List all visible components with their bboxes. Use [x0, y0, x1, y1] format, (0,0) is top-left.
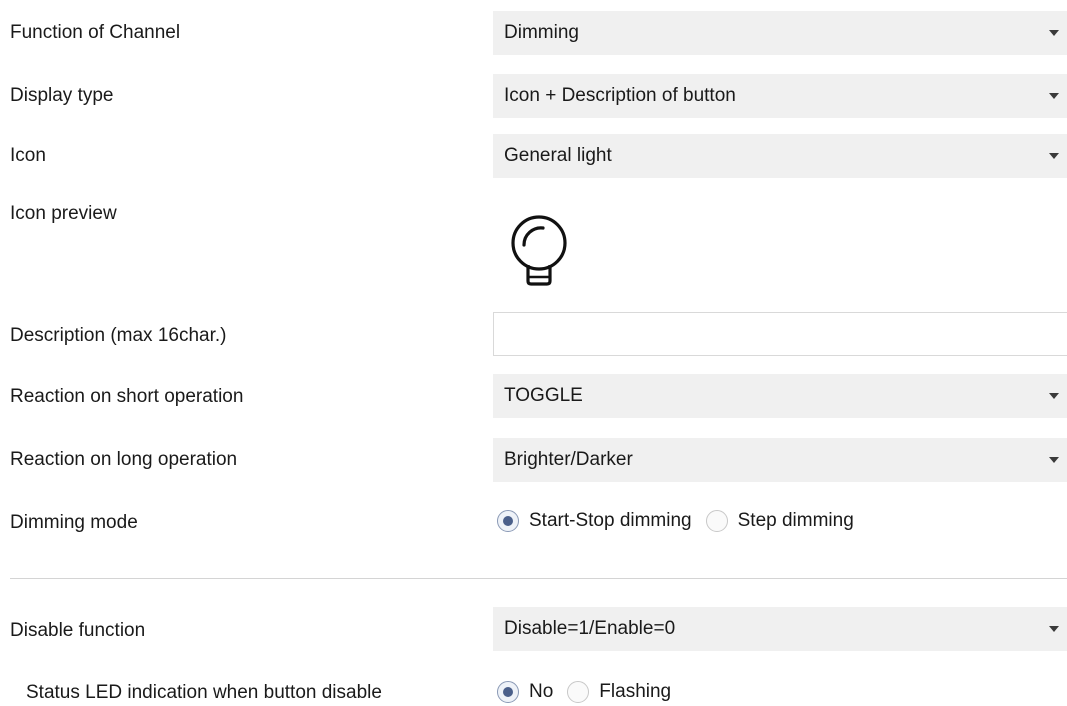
description-label: Description (max 16char.) [10, 325, 227, 346]
dimming-mode-label: Dimming mode [10, 512, 138, 533]
reaction-short-select[interactable]: TOGGLE [493, 374, 1067, 418]
dimming-mode-step-label: Step dimming [737, 510, 854, 531]
dropdown-arrow-icon [1049, 153, 1059, 159]
dropdown-arrow-icon [1049, 30, 1059, 36]
status-led-no-label: No [529, 681, 554, 702]
radio-selected-icon [497, 510, 519, 532]
status-led-label: Status LED indication when button disabl… [26, 682, 382, 703]
icon-preview-label: Icon preview [10, 203, 117, 224]
dimming-mode-start-stop-label: Start-Stop dimming [529, 510, 692, 531]
display-type-label: Display type [10, 85, 114, 106]
status-led-flashing-label: Flashing [599, 681, 672, 702]
radio-selected-icon [497, 681, 519, 703]
radio-unselected-icon [567, 681, 590, 703]
icon-label: Icon [10, 145, 46, 166]
dimming-mode-radio-group: Start-Stop dimming Step dimming [497, 510, 868, 532]
dimming-mode-start-stop-radio[interactable]: Start-Stop dimming [497, 510, 692, 532]
dropdown-arrow-icon [1049, 393, 1059, 399]
radio-unselected-icon [705, 510, 728, 532]
function-of-channel-value: Dimming [504, 22, 579, 43]
display-type-select[interactable]: Icon + Description of button [493, 74, 1067, 118]
light-bulb-icon [511, 215, 567, 286]
function-of-channel-select[interactable]: Dimming [493, 11, 1067, 55]
reaction-long-value: Brighter/Darker [504, 449, 633, 470]
status-led-flashing-radio[interactable]: Flashing [567, 681, 671, 703]
status-led-radio-group: No Flashing [497, 681, 685, 703]
disable-function-select[interactable]: Disable=1/Enable=0 [493, 607, 1067, 651]
display-type-value: Icon + Description of button [504, 85, 736, 106]
section-divider [10, 578, 1067, 579]
function-of-channel-label: Function of Channel [10, 22, 181, 43]
disable-function-label: Disable function [10, 620, 146, 641]
reaction-long-select[interactable]: Brighter/Darker [493, 438, 1067, 482]
disable-function-value: Disable=1/Enable=0 [504, 618, 676, 639]
reaction-long-label: Reaction on long operation [10, 449, 238, 470]
icon-select[interactable]: General light [493, 134, 1067, 178]
description-input[interactable] [493, 312, 1067, 356]
reaction-short-label: Reaction on short operation [10, 386, 244, 407]
dropdown-arrow-icon [1049, 457, 1059, 463]
dropdown-arrow-icon [1049, 626, 1059, 632]
status-led-no-radio[interactable]: No [497, 681, 553, 703]
icon-value: General light [504, 145, 612, 166]
dropdown-arrow-icon [1049, 93, 1059, 99]
dimming-mode-step-radio[interactable]: Step dimming [705, 510, 854, 532]
reaction-short-value: TOGGLE [504, 385, 583, 406]
